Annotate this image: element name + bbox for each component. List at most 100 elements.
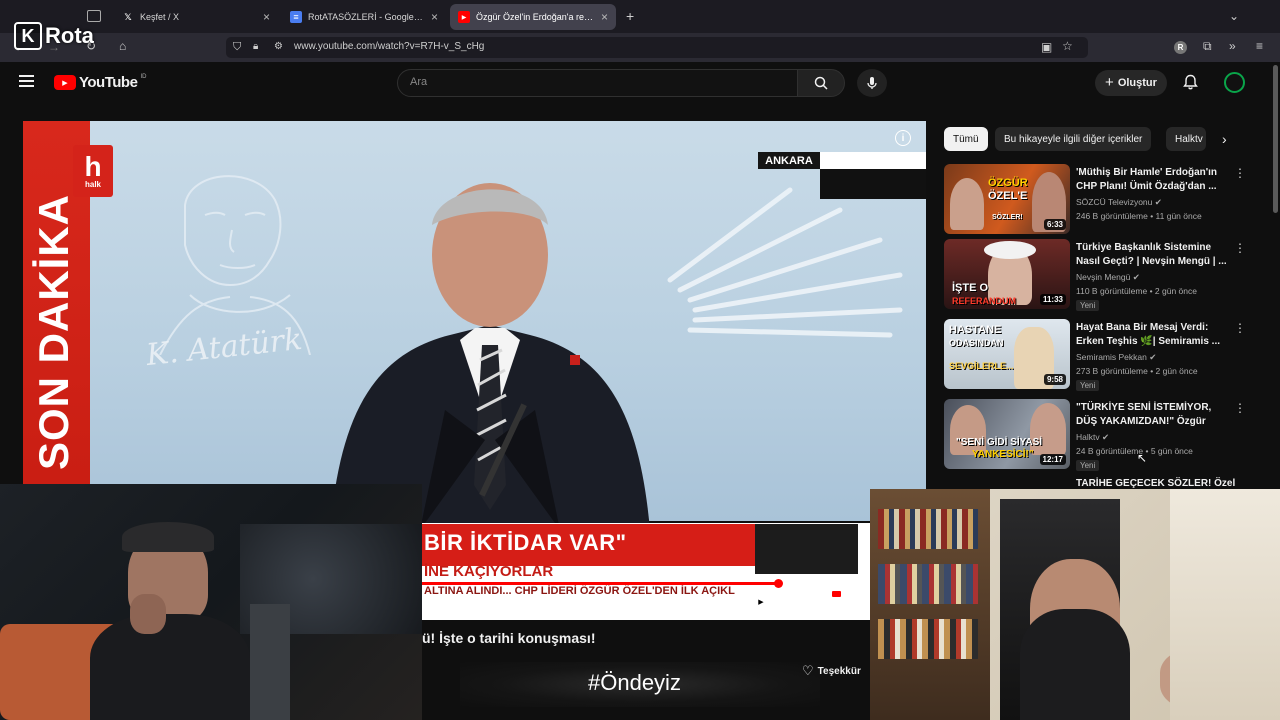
extensions-icon[interactable]: ⧉ [1203,40,1212,52]
shield-icon[interactable]: ⛉ [233,41,241,53]
heart-icon: ♡ [802,663,814,678]
recommendation-item[interactable]: ÖZGÜR ÖZEL'E SÖZLER! 6:33 'Müthiş Bir Ha… [944,164,1274,236]
hashtag-overlay: #Öndeyiz [588,670,681,695]
speaker-figure [330,183,650,530]
close-icon[interactable]: × [263,10,270,24]
pip-icon[interactable]: ▣ [1041,41,1052,53]
menu-icon[interactable]: ≡ [1256,40,1263,52]
hd-badge [832,591,841,597]
bookmark-star-icon[interactable]: ☆ [1062,40,1073,52]
url-text[interactable]: www.youtube.com/watch?v=R7H-v_S_cHg [294,41,484,52]
chip-related-story[interactable]: Bu hikayeyle ilgili diğer içerikler [995,127,1152,151]
miniplayer-icon[interactable] [854,596,870,608]
lower-third-dark-band [755,524,858,574]
webcam-right-feed [870,489,1280,720]
tab-youtube[interactable]: ▶ Özgür Özel'in Erdoğan'a resti gündem o… [450,4,616,30]
more-options-icon[interactable]: ⋮ [1234,166,1246,180]
tab-x[interactable]: 𝕏 Keşfet / X × [114,4,278,30]
recommendation-item[interactable]: "SENİ GİDİ SİYASİ YANKESİCİ!" 12:17 "TÜR… [944,399,1274,471]
notifications-bell-icon[interactable] [1183,74,1198,95]
new-tab-icon[interactable]: + [626,9,634,23]
thanks-label: Teşekkür [817,665,861,677]
youtube-logo[interactable]: ▶ YouTube ID [54,74,146,91]
video-progress-fill [422,582,776,585]
video-title[interactable]: "TÜRKİYE SENİ İSTEMİYOR, DÜŞ YAKAMIZDAN!… [1076,401,1228,429]
channel-name[interactable]: Halktv ✔ [1076,432,1109,443]
halk-tv-logo: h halk [73,145,113,197]
new-badge: Yeni [1076,300,1100,311]
account-icon[interactable]: R [1174,41,1187,54]
youtube-play-icon: ▶ [54,75,76,90]
video-thumbnail[interactable]: HASTANE ODASINDAN SEVGİLERLE... 9:58 [944,319,1070,389]
duration-badge: 9:58 [1043,374,1066,385]
permissions-icon[interactable]: ⚙ [274,41,283,53]
more-options-icon[interactable]: ⋮ [1234,321,1246,335]
tab-docs[interactable]: ≡ RotATASÖZLERİ - Google Dokümanlar × [282,4,446,30]
location-badge: ANKARA [758,152,820,169]
video-meta: 246 B görüntüleme • 11 gün önce [1076,211,1202,221]
duration-badge: 11:33 [1039,294,1066,305]
voice-search-button[interactable] [857,69,887,97]
video-thumbnail[interactable]: İŞTE O REFERANDUM 11:33 [944,239,1070,309]
video-thumbnail[interactable]: "SENİ GİDİ SİYASİ YANKESİCİ!" 12:17 [944,399,1070,469]
home-icon[interactable]: ⌂ [119,40,126,52]
close-icon[interactable]: × [431,10,438,24]
overflow-icon[interactable]: » [1229,40,1236,52]
tab-title: Özgür Özel'in Erdoğan'a resti gündem old… [476,12,595,22]
search-button[interactable] [797,69,845,97]
more-options-icon[interactable]: ⋮ [1234,241,1246,255]
close-icon[interactable]: × [601,10,608,24]
sidebar-toggle-icon[interactable] [87,10,101,22]
duration-badge: 6:33 [1043,219,1066,230]
tab-title: RotATASÖZLERİ - Google Dokümanlar [308,12,425,22]
progress-scrubber[interactable] [774,579,783,588]
info-icon[interactable]: i [895,130,911,146]
recommendation-item[interactable]: İŞTE O REFERANDUM 11:33 Türkiye Başkanlı… [944,239,1274,311]
microphone-icon [867,77,877,89]
lower-third-headline: BİR İKTİDAR VAR" [424,530,627,555]
channel-name[interactable]: SÖZCÜ Televizyonu ✔ [1076,197,1162,208]
chip-halktv[interactable]: Halktv [1166,127,1206,151]
video-title[interactable]: Hayat Bana Bir Mesaj Verdi: Erken Teşhis… [1076,321,1228,349]
video-title[interactable]: 'Müthiş Bir Hamle' Erdoğan'ın CHP Planı!… [1076,166,1228,194]
video-thumbnail[interactable]: ÖZGÜR ÖZEL'E SÖZLER! 6:33 [944,164,1070,234]
video-meta: 24 B görüntüleme • 5 gün önce [1076,446,1193,456]
recommendation-item[interactable]: HASTANE ODASINDAN SEVGİLERLE... 9:58 Hay… [944,319,1274,391]
lower-third-ticker: ALTINA ALINDI... CHP LİDERİ ÖZGÜR ÖZEL'D… [424,585,735,597]
tab-list-icon[interactable]: ⌄ [1229,10,1239,22]
autoplay-toggle-icon[interactable]: ▶ [742,595,768,609]
verified-icon: ✔ [1154,197,1162,207]
search-placeholder: Ara [410,76,428,88]
halk-logo-letter: h [84,150,102,182]
search-icon [814,76,828,90]
verified-icon: ✔ [1132,272,1140,282]
create-label: Oluştur [1117,77,1157,89]
partial-recommendation-title[interactable]: TARİHE GEÇECEK SÖZLER! Özel [1076,478,1235,489]
video-title[interactable]: Türkiye Başkanlık Sistemine Nasıl Geçti?… [1076,241,1228,269]
scrollbar-thumb[interactable] [1273,65,1278,213]
mouse-cursor-icon: ↖ [1137,451,1148,465]
youtube-icon: ▶ [458,11,470,23]
create-button[interactable]: + Oluştur [1095,70,1167,96]
subtitles-icon[interactable]: ▬ [784,596,801,608]
video-meta: 110 B görüntüleme • 2 gün önce [1076,286,1197,296]
youtube-wordmark: YouTube [79,74,138,91]
location-bar [820,152,926,169]
lock-icon[interactable]: 🔒︎ [253,41,258,53]
rota-overlay-logo: K Rota [14,22,94,50]
hamburger-menu-icon[interactable] [19,75,34,87]
thanks-button[interactable]: ♡ Teşekkür [802,660,872,682]
rota-logo-mark: K [14,22,42,50]
more-options-icon[interactable]: ⋮ [1234,401,1246,415]
search-input[interactable] [397,69,798,97]
halk-logo-text: halk [84,179,101,189]
chevron-right-icon[interactable]: › [1222,131,1227,147]
new-badge: Yeni [1076,460,1100,471]
channel-name[interactable]: Semiramis Pekkan ✔ [1076,352,1156,363]
avatar[interactable] [1224,72,1245,93]
tab-title: Keşfet / X [140,12,180,22]
lower-third-subline: İNE KAÇIYORLAR [424,563,554,580]
chip-all[interactable]: Tümü [944,127,988,151]
new-badge: Yeni [1076,380,1100,391]
channel-name[interactable]: Nevşin Mengü ✔ [1076,272,1140,283]
